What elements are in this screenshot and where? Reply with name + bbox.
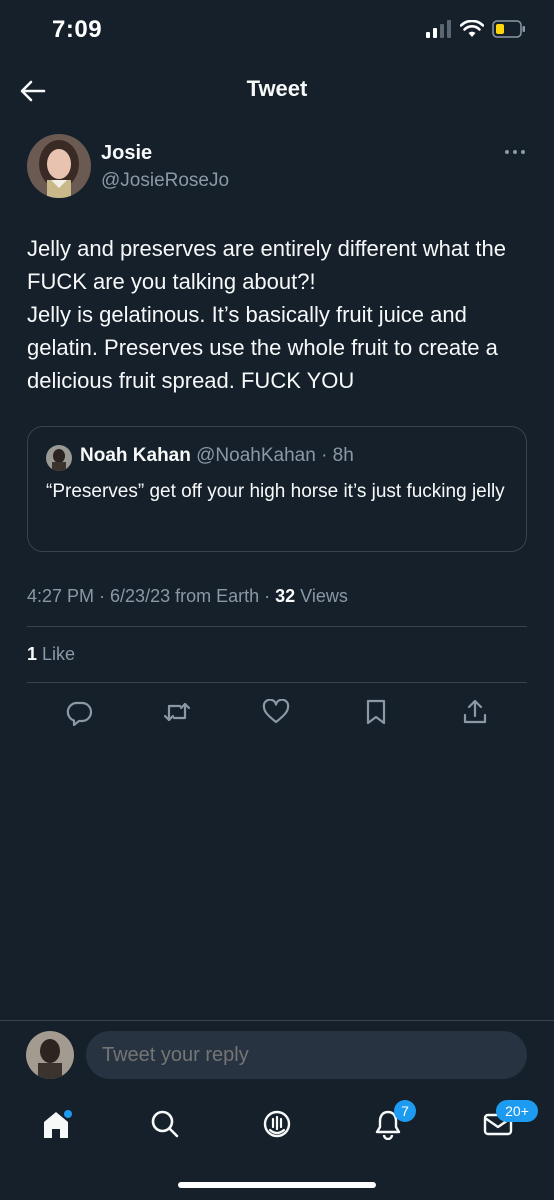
battery-icon: [492, 20, 525, 38]
divider: [27, 682, 527, 683]
tweet-meta: 4:27 PM · 6/23/23 from Earth · 32 Views: [27, 586, 348, 607]
reply-button[interactable]: [61, 694, 97, 730]
home-indicator: [178, 1182, 376, 1188]
status-icons: [426, 20, 526, 38]
likes-summary[interactable]: 1 Like: [27, 644, 75, 665]
quoted-tweet[interactable]: Noah Kahan @NoahKahan · 8h “Preserves” g…: [27, 426, 527, 552]
author-handle[interactable]: @JosieRoseJo: [101, 170, 229, 192]
quoted-author-avatar: [46, 445, 72, 471]
current-user-avatar[interactable]: [26, 1031, 74, 1079]
tweet-text: Jelly and preserves are entirely differe…: [27, 232, 527, 397]
home-icon: [44, 1110, 72, 1138]
quoted-author-meta: @NoahKahan · 8h: [190, 445, 354, 466]
tab-bar: 7 20+: [0, 1090, 554, 1160]
reply-icon: [66, 701, 93, 726]
bookmark-button[interactable]: [358, 694, 394, 730]
nav-header: Tweet: [0, 62, 554, 118]
views-count: 32: [275, 586, 296, 606]
tab-spaces[interactable]: [255, 1102, 299, 1146]
spaces-icon: [263, 1110, 291, 1138]
more-options-button[interactable]: [503, 144, 527, 154]
quoted-tweet-text: “Preserves” get off your high horse it’s…: [46, 481, 505, 502]
heart-icon: [262, 699, 290, 724]
tab-home[interactable]: [34, 1102, 78, 1146]
share-icon: [463, 699, 487, 724]
views-label: Views: [295, 586, 348, 606]
tweet-actions: [27, 694, 527, 730]
reply-bar: [0, 1020, 554, 1088]
likes-label: Like: [37, 644, 76, 664]
retweet-icon: [163, 702, 191, 722]
retweet-button[interactable]: [159, 694, 195, 730]
tweet-timestamp: 4:27 PM · 6/23/23 from Earth ·: [27, 586, 276, 606]
likes-count: 1: [27, 644, 38, 664]
reply-input[interactable]: [86, 1031, 527, 1079]
wifi-icon: [460, 20, 484, 37]
status-time: 7:09: [52, 16, 103, 43]
search-icon: [151, 1110, 179, 1138]
more-horizontal-icon: [505, 150, 525, 154]
bookmark-icon: [366, 699, 386, 725]
notifications-badge: 7: [394, 1100, 416, 1122]
messages-badge: 20+: [496, 1100, 538, 1122]
author-avatar[interactable]: [27, 134, 91, 198]
quoted-tweet-header: Noah Kahan @NoahKahan · 8h: [80, 445, 354, 467]
tweet-text-line: Jelly and preserves are entirely differe…: [27, 236, 506, 294]
author-name[interactable]: Josie: [101, 142, 152, 165]
tab-search[interactable]: [143, 1102, 187, 1146]
page-title: Tweet: [246, 76, 308, 101]
share-button[interactable]: [457, 694, 493, 730]
cellular-signal-icon: [426, 20, 451, 38]
tweet-text-line: Jelly is gelatinous. It’s basically frui…: [27, 302, 498, 393]
quoted-author-name: Noah Kahan: [80, 445, 191, 466]
like-button[interactable]: [258, 694, 294, 730]
divider: [27, 626, 527, 627]
status-bar: 7:09: [0, 0, 554, 62]
